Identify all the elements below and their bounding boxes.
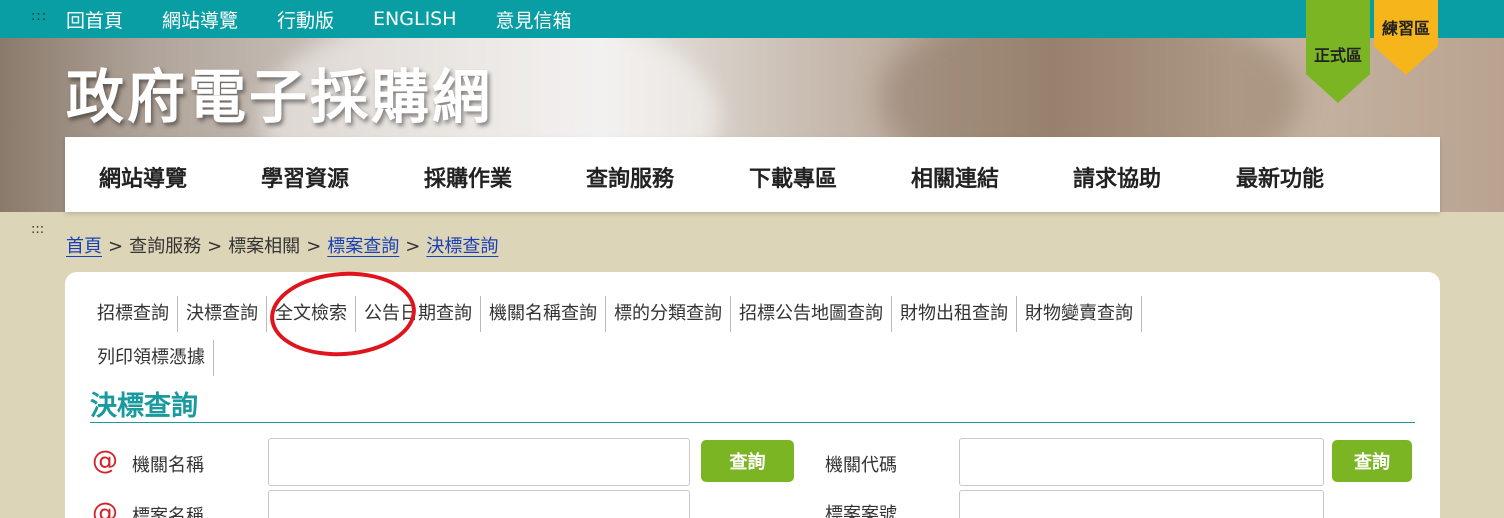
breadcrumb-tender-related: 標案相關 bbox=[228, 236, 301, 257]
accesskey-top[interactable]: ::: bbox=[31, 9, 47, 24]
subtab-row: 列印領標憑據 bbox=[89, 340, 1389, 376]
accesskey-content[interactable]: ::: bbox=[31, 222, 44, 237]
nav-new-features[interactable]: 最新功能 bbox=[1236, 161, 1324, 193]
subtab-fulltext-search[interactable]: 全文檢索 bbox=[267, 296, 356, 332]
subtab-category-query[interactable]: 標的分類查詢 bbox=[606, 296, 731, 332]
breadcrumb-separator: > bbox=[108, 236, 124, 257]
top-link-mobile[interactable]: 行動版 bbox=[277, 6, 334, 33]
at-icon: @ bbox=[92, 498, 118, 518]
top-links: 回首頁 網站導覽 行動版 ENGLISH 意見信箱 bbox=[66, 0, 572, 38]
subtab-row: 招標查詢 決標查詢 全文檢索 公告日期查詢 機關名稱查詢 標的分類查詢 招標公告… bbox=[89, 296, 1389, 332]
agency-code-query-button[interactable]: 查詢 bbox=[1332, 440, 1412, 482]
breadcrumb-separator: > bbox=[207, 236, 223, 257]
breadcrumb-tender-query[interactable]: 標案查詢 bbox=[327, 232, 399, 258]
nav-request-help[interactable]: 請求協助 bbox=[1073, 161, 1161, 193]
subtab-sale-query[interactable]: 財物變賣查詢 bbox=[1017, 296, 1142, 332]
top-link-home[interactable]: 回首頁 bbox=[66, 6, 123, 33]
nav-related-links[interactable]: 相關連結 bbox=[911, 161, 999, 193]
top-link-feedback[interactable]: 意見信箱 bbox=[496, 6, 572, 33]
nav-procurement-operations[interactable]: 採購作業 bbox=[424, 161, 512, 193]
subtab-agency-name-query[interactable]: 機關名稱查詢 bbox=[481, 296, 606, 332]
nav-learning-resources[interactable]: 學習資源 bbox=[261, 161, 349, 193]
subtab-map-query[interactable]: 招標公告地圖查詢 bbox=[731, 296, 892, 332]
subtab-rental-query[interactable]: 財物出租查詢 bbox=[892, 296, 1017, 332]
breadcrumb-separator: > bbox=[306, 236, 322, 257]
breadcrumb-award-query[interactable]: 決標查詢 bbox=[426, 232, 498, 258]
section-title: 決標查詢 bbox=[90, 391, 198, 422]
tender-name-label: 標案名稱 bbox=[132, 506, 204, 518]
subtab-date-query[interactable]: 公告日期查詢 bbox=[356, 296, 481, 332]
site-title[interactable]: 政府電子採購網 bbox=[66, 50, 493, 134]
breadcrumb-query-service: 查詢服務 bbox=[129, 236, 202, 257]
query-card: 招標查詢 決標查詢 全文檢索 公告日期查詢 機關名稱查詢 標的分類查詢 招標公告… bbox=[65, 272, 1440, 518]
subtab-tender-query[interactable]: 招標查詢 bbox=[89, 296, 178, 332]
tender-name-input[interactable] bbox=[268, 490, 690, 518]
agency-code-input[interactable] bbox=[959, 438, 1324, 486]
agency-name-query-button[interactable]: 查詢 bbox=[701, 440, 794, 482]
subtab-award-query[interactable]: 決標查詢 bbox=[178, 296, 267, 332]
agency-code-label: 機關代碼 bbox=[825, 455, 897, 476]
subtab-print-receipt[interactable]: 列印領標憑據 bbox=[89, 340, 214, 376]
nav-sitemap[interactable]: 網站導覽 bbox=[99, 161, 187, 193]
top-bar: ::: 回首頁 網站導覽 行動版 ENGLISH 意見信箱 bbox=[0, 0, 1504, 38]
top-link-sitemap[interactable]: 網站導覽 bbox=[162, 6, 238, 33]
section-divider bbox=[90, 422, 1415, 423]
agency-name-input[interactable] bbox=[268, 438, 690, 486]
agency-name-label: 機關名稱 bbox=[132, 455, 204, 476]
breadcrumb: 首頁 > 查詢服務 > 標案相關 > 標案查詢 > 決標查詢 bbox=[66, 232, 498, 258]
nav-download-area[interactable]: 下載專區 bbox=[749, 161, 837, 193]
breadcrumb-separator: > bbox=[405, 236, 421, 257]
tender-number-input[interactable] bbox=[959, 490, 1324, 518]
tender-number-label: 標案案號 bbox=[825, 504, 897, 518]
top-link-english[interactable]: ENGLISH bbox=[373, 8, 456, 30]
nav-query-services[interactable]: 查詢服務 bbox=[586, 161, 674, 193]
breadcrumb-home[interactable]: 首頁 bbox=[66, 232, 102, 258]
query-subtabs: 招標查詢 決標查詢 全文檢索 公告日期查詢 機關名稱查詢 標的分類查詢 招標公告… bbox=[89, 296, 1389, 384]
at-icon: @ bbox=[92, 446, 118, 476]
main-navigation: 網站導覽 學習資源 採購作業 查詢服務 下載專區 相關連結 請求協助 最新功能 bbox=[65, 137, 1440, 212]
